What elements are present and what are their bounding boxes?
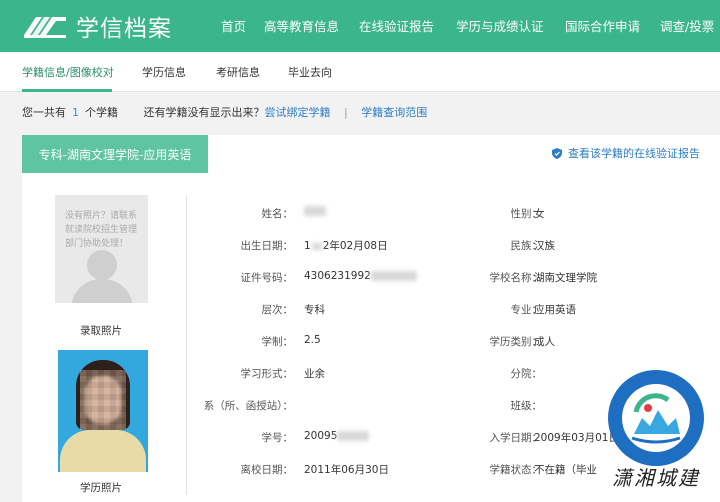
separator: |	[344, 106, 348, 119]
category-value: 成人	[534, 336, 555, 348]
status-value: 不在籍（毕业	[534, 464, 597, 476]
subnav-exam-info[interactable]: 考研信息	[216, 64, 260, 80]
name-label: 姓名：	[261, 208, 294, 220]
column-divider	[186, 195, 187, 495]
shield-icon	[552, 147, 562, 159]
birth-value: 1 2年02月08日	[304, 238, 388, 253]
bind-enrollment-link[interactable]: 尝试绑定学籍	[265, 106, 331, 119]
logo-icon	[24, 17, 66, 38]
subnav-graduation-destination[interactable]: 毕业去向	[288, 64, 332, 80]
length-label: 学制：	[261, 336, 294, 348]
sub-nav: 学籍信息/图像校对 学历信息 考研信息 毕业去向	[0, 52, 720, 92]
enrollment-tab[interactable]: 专科-湖南文理学院-应用英语	[22, 135, 208, 173]
birth-label: 出生日期：	[240, 240, 294, 252]
admission-photo-placeholder: 没有照片？请联系就读院校招生管理部门协助处理！	[55, 195, 148, 303]
nav-survey[interactable]: 调查/投票	[660, 16, 714, 35]
count-prefix: 您一共有	[22, 106, 66, 119]
verify-report-link[interactable]: 查看该学籍的在线验证报告	[552, 145, 700, 161]
verify-report-label: 查看该学籍的在线验证报告	[568, 147, 700, 160]
nav-home[interactable]: 首页	[221, 16, 246, 35]
form-label: 学习形式：	[240, 368, 294, 380]
ethnic-value: 汉族	[534, 240, 555, 252]
level-value: 专科	[304, 304, 325, 316]
stuno-prefix: 20095	[304, 430, 338, 442]
leave-value: 2011年06月30日	[304, 464, 389, 476]
branch-label: 分院：	[510, 368, 543, 380]
leave-label: 离校日期：	[240, 464, 294, 476]
active-tab-indicator	[22, 89, 112, 92]
logo-text: 学信档案	[76, 16, 172, 42]
id-value: 4306231992	[304, 270, 417, 282]
watermark-text: 潇湘城建	[612, 466, 700, 490]
subnav-degree-info[interactable]: 学历信息	[142, 64, 186, 80]
birth-prefix: 1	[304, 240, 311, 252]
subnav-enrollment-info[interactable]: 学籍信息/图像校对	[22, 64, 114, 80]
form-value: 业余	[304, 368, 325, 380]
avatar-placeholder-body	[71, 279, 133, 303]
admission-photo-label: 录取照片	[80, 325, 122, 337]
id-label: 证件号码：	[240, 272, 294, 284]
gender-value: 女	[534, 208, 545, 220]
query-range-link[interactable]: 学籍查询范围	[361, 106, 427, 119]
enrollment-count-row: 您一共有 1 个学籍 还有学籍没有显示出来？尝试绑定学籍 | 学籍查询范围	[22, 104, 427, 120]
id-prefix: 4306231992	[304, 270, 371, 282]
stuno-label: 学号：	[261, 432, 294, 444]
birth-suffix: 2年02月08日	[322, 240, 388, 252]
dept-label: 系（所、函授站）：	[203, 400, 293, 412]
major-value: 应用英语	[534, 304, 576, 316]
school-value: 湖南文理学院	[534, 272, 597, 284]
level-label: 层次：	[261, 304, 294, 316]
photo-shirt	[60, 430, 146, 472]
missing-question: 还有学籍没有显示出来？	[143, 106, 265, 119]
nav-international[interactable]: 国际合作申请	[565, 16, 640, 35]
name-value	[304, 205, 326, 217]
degree-photo	[58, 350, 148, 472]
top-navbar: 学信档案 首页 高等教育信息 在线验证报告 学历与成绩认证 国际合作申请 调查/…	[0, 0, 720, 52]
site-logo[interactable]: 学信档案	[22, 9, 210, 43]
length-value: 2.5	[304, 334, 321, 346]
count-suffix: 个学籍	[85, 106, 118, 119]
degree-photo-label: 学历照片	[80, 482, 122, 494]
enrollment-count: 1	[72, 106, 79, 119]
watermark-logo	[608, 370, 704, 466]
photo-mosaic	[80, 370, 126, 430]
avatar-placeholder-icon	[87, 250, 117, 280]
no-photo-note: 没有照片？请联系就读院校招生管理部门协助处理！	[65, 211, 138, 249]
stuno-value: 20095	[304, 430, 370, 442]
class-label: 班级：	[510, 400, 543, 412]
nav-online-verification[interactable]: 在线验证报告	[359, 16, 434, 35]
nav-degree-certification[interactable]: 学历与成绩认证	[456, 16, 544, 35]
nav-higher-education[interactable]: 高等教育信息	[264, 16, 339, 35]
